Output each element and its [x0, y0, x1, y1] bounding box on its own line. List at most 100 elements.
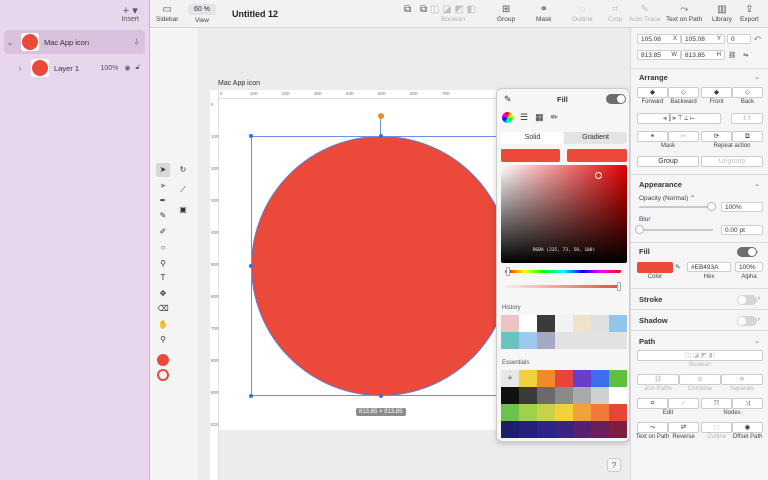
essential-swatch[interactable]	[573, 387, 591, 404]
pencils-icon[interactable]: ✏	[551, 112, 559, 123]
insert-button[interactable]: + ▾ Insert	[121, 6, 139, 24]
combine-button[interactable]: ⊞	[679, 374, 721, 385]
blur-field[interactable]: 0.00 pt	[721, 225, 763, 235]
fill-tool-icon[interactable]: ⚲	[156, 257, 170, 271]
essential-swatch[interactable]	[537, 421, 555, 438]
essential-swatch[interactable]	[609, 421, 627, 438]
history-swatch[interactable]	[555, 315, 573, 332]
x-field[interactable]: 105.08 X	[637, 34, 681, 44]
stroke-toggle[interactable]	[737, 295, 757, 305]
chevron-down-icon[interactable]: ⌄	[754, 247, 760, 255]
alpha-field[interactable]: 100%	[735, 262, 763, 272]
lock-ratio-icon[interactable]: ⛓	[728, 51, 736, 59]
resize-handle[interactable]	[249, 134, 253, 138]
help-button[interactable]: ?	[607, 458, 621, 472]
w-field[interactable]: 813.85 W	[637, 50, 681, 60]
essential-swatch[interactable]	[555, 370, 573, 387]
crop-button[interactable]: ⌗ Crop	[608, 4, 622, 23]
tab-solid[interactable]: Solid	[501, 132, 564, 144]
essential-swatch[interactable]	[501, 404, 519, 421]
separate-button[interactable]: ✥	[721, 374, 763, 385]
essential-swatch[interactable]	[573, 370, 591, 387]
add-swatch-button[interactable]: +	[501, 370, 519, 387]
crop-tool-icon[interactable]: ▣	[176, 203, 190, 217]
rotate-icon[interactable]: ⤺	[754, 35, 761, 43]
history-swatch[interactable]	[555, 332, 573, 349]
zoom-tool-icon[interactable]: ⚲	[156, 333, 170, 347]
flip-icon[interactable]: ⇋	[743, 51, 748, 59]
color-picker-knob[interactable]	[595, 172, 602, 179]
rotation-field[interactable]: 0	[727, 34, 751, 44]
resize-handle[interactable]	[249, 264, 253, 268]
blur-slider[interactable]	[639, 229, 713, 231]
align-buttons-row[interactable]: ⫷ ⫿ ⫸ ⊤ ⊥ ⊢	[637, 113, 721, 124]
eyedropper-icon[interactable]: ✎	[675, 263, 680, 271]
alpha-slider[interactable]	[505, 285, 621, 288]
previous-color-swatch[interactable]	[567, 149, 627, 162]
align-button[interactable]: ⧉	[404, 4, 411, 16]
boolean-button[interactable]: ◫ ◪ ◩ ◧ Boolean	[430, 4, 476, 23]
library-button[interactable]: ▥ Library	[712, 4, 732, 23]
distribute-button[interactable]: ⧉	[420, 4, 427, 16]
essential-swatch[interactable]	[609, 387, 627, 404]
backward-button[interactable]: ◇	[668, 87, 699, 98]
essential-swatch[interactable]	[519, 370, 537, 387]
sidebar-button[interactable]: ▭ Sidebar	[156, 4, 178, 23]
essential-swatch[interactable]	[519, 387, 537, 404]
text-tool-icon[interactable]: T	[156, 271, 170, 285]
color-wheel-icon[interactable]	[502, 112, 513, 123]
h-field[interactable]: 813.85 H	[681, 50, 725, 60]
layer-row-artboard[interactable]: ⌄ Mac App icon ⏚	[4, 30, 145, 54]
essential-swatch[interactable]	[591, 370, 609, 387]
essential-swatch[interactable]	[537, 404, 555, 421]
pin-icon[interactable]: ⏚	[133, 37, 140, 47]
sliders-icon[interactable]: ☰	[520, 112, 528, 123]
hand-tool-icon[interactable]: ✋	[156, 318, 170, 332]
layer-row-layer1[interactable]: › Layer 1 100% ◉ 🔓︎	[14, 56, 145, 80]
palette-grid-icon[interactable]: ▦	[535, 112, 544, 123]
tab-gradient[interactable]: Gradient	[564, 132, 627, 144]
chevron-down-icon[interactable]: ⌄	[754, 337, 760, 345]
essential-swatch[interactable]	[591, 421, 609, 438]
history-swatch[interactable]	[537, 315, 555, 332]
current-color-swatch[interactable]	[501, 149, 560, 162]
opacity-slider-knob[interactable]	[707, 202, 716, 211]
back-button[interactable]: ◇	[732, 87, 763, 98]
hex-field[interactable]: #EB493A	[687, 262, 731, 272]
edit-button[interactable]: ⌗	[637, 398, 668, 409]
essential-swatch[interactable]	[501, 421, 519, 438]
nodes-corner-button[interactable]: ⤨	[732, 398, 763, 409]
opacity-mode-select[interactable]: Opacity (Normal) ⌃	[639, 194, 695, 202]
history-swatch[interactable]	[591, 332, 609, 349]
group-button[interactable]: ⊞ Group	[497, 4, 515, 23]
artboard-label[interactable]: Mac App icon	[218, 80, 260, 87]
essential-swatch[interactable]	[609, 404, 627, 421]
eye-icon[interactable]: ◉	[124, 64, 130, 72]
shape-tool-icon[interactable]: ○	[156, 241, 170, 255]
essential-swatch[interactable]	[537, 370, 555, 387]
chevron-down-icon[interactable]: ⌄	[754, 180, 760, 188]
chevron-down-icon[interactable]: ⌄	[4, 38, 16, 47]
essential-swatch[interactable]	[501, 387, 519, 404]
offset-path-button[interactable]: ◉	[732, 422, 763, 433]
history-swatch[interactable]	[501, 332, 519, 349]
opacity-field[interactable]: 100%	[721, 202, 763, 212]
history-swatch[interactable]	[573, 315, 591, 332]
history-swatch[interactable]	[573, 332, 591, 349]
essential-swatch[interactable]	[591, 404, 609, 421]
essential-swatch[interactable]	[555, 387, 573, 404]
export-button[interactable]: ⇪ Export	[740, 4, 759, 23]
distribute-buttons[interactable]: ⫴ ⫴	[731, 113, 763, 124]
chevron-down-icon[interactable]: ⌄	[754, 73, 760, 81]
y-field[interactable]: 105.08 Y	[681, 34, 725, 44]
history-swatch[interactable]	[591, 315, 609, 332]
pen-tool-icon[interactable]: ✒	[156, 194, 170, 208]
repeat-button[interactable]: ⟳	[701, 131, 732, 142]
history-swatch[interactable]	[519, 315, 537, 332]
document-title[interactable]: Untitled 12	[232, 9, 278, 19]
shadow-toggle[interactable]	[737, 316, 757, 326]
history-swatch[interactable]	[537, 332, 555, 349]
fill-toggle[interactable]	[606, 94, 626, 104]
brush-tool-icon[interactable]: ✐	[156, 225, 170, 239]
essential-swatch[interactable]	[591, 387, 609, 404]
